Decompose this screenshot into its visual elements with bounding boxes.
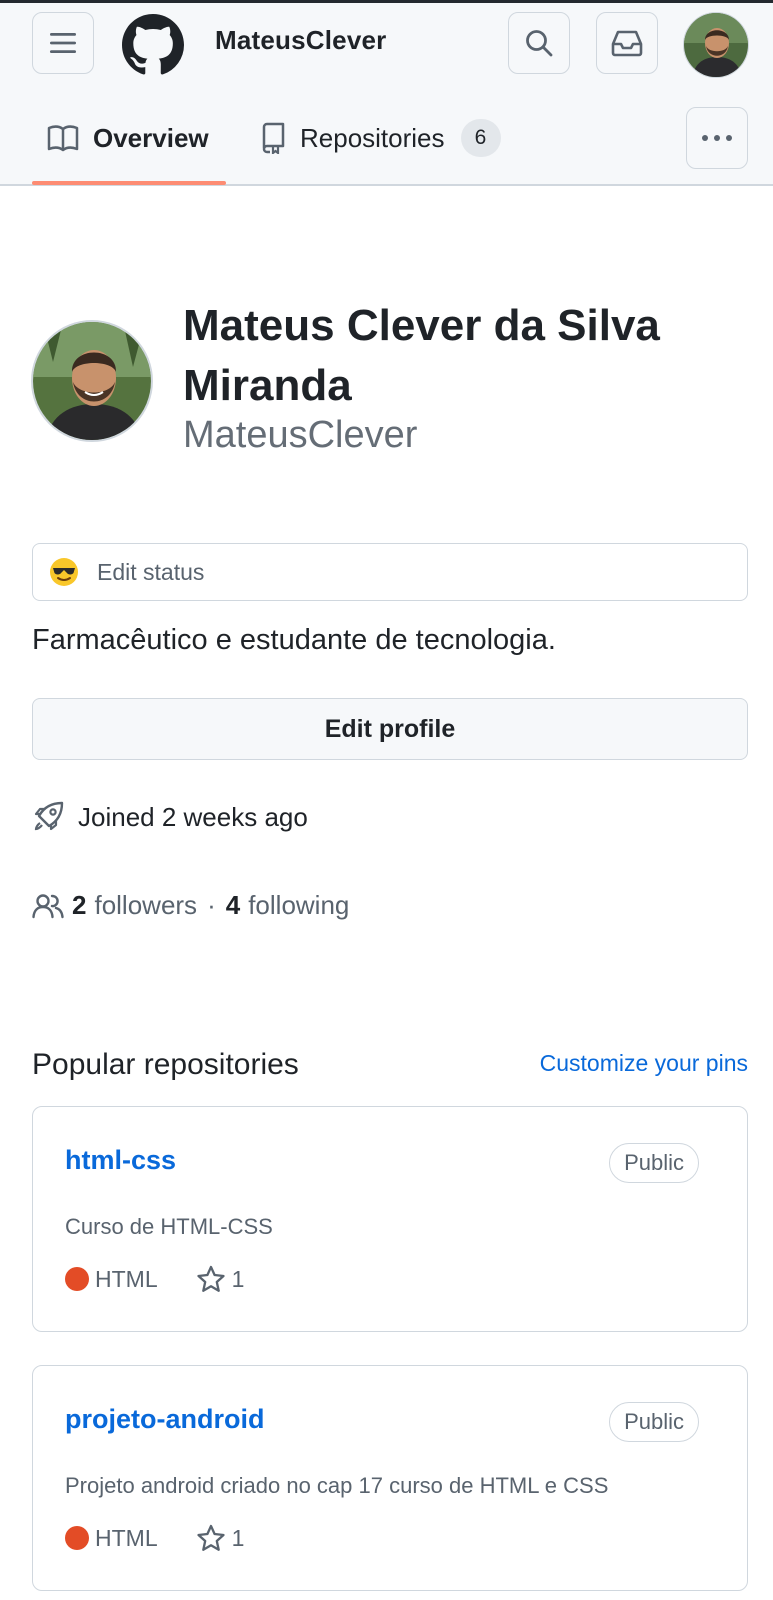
- language-color-dot: [65, 1267, 89, 1291]
- joined-info: Joined 2 weeks ago: [32, 801, 308, 833]
- customize-pins-link[interactable]: Customize your pins: [540, 1050, 748, 1077]
- followers-count[interactable]: 2: [72, 890, 86, 921]
- inbox-icon: [611, 30, 643, 57]
- tab-overview-label: Overview: [93, 122, 209, 153]
- active-tab-underline: [32, 181, 226, 185]
- repo-star-count[interactable]: 1: [232, 1525, 245, 1552]
- edit-profile-button[interactable]: Edit profile: [32, 698, 748, 760]
- more-options-button[interactable]: [686, 107, 748, 169]
- repo-description: Curso de HTML-CSS: [65, 1214, 273, 1239]
- repo-visibility-badge: Public: [609, 1402, 699, 1442]
- search-icon: [526, 30, 553, 57]
- follow-separator: ·: [207, 890, 216, 920]
- user-avatar-small[interactable]: [683, 12, 749, 78]
- repo-meta: HTML 1: [65, 1265, 244, 1293]
- edit-status-label: Edit status: [97, 558, 205, 585]
- profile-bio: Farmacêutico e estudante de tecnologia.: [32, 624, 556, 656]
- repo-language: HTML: [95, 1265, 158, 1292]
- tab-repositories[interactable]: Repositories 6: [260, 115, 501, 161]
- avatar-photo-icon: [684, 13, 748, 77]
- sunglasses-emoji-icon: [50, 558, 78, 586]
- repo-visibility-badge: Public: [609, 1143, 699, 1183]
- menu-button[interactable]: [32, 12, 94, 74]
- follow-stats: 2 followers · 4 following: [32, 890, 349, 921]
- people-icon: [32, 893, 64, 918]
- star-icon[interactable]: [196, 1265, 226, 1293]
- rocket-icon: [34, 801, 64, 831]
- profile-avatar[interactable]: [31, 320, 153, 442]
- following-link[interactable]: following: [248, 890, 349, 921]
- repo-name-link[interactable]: html-css: [65, 1145, 176, 1176]
- repo-language: HTML: [95, 1524, 158, 1551]
- header-username[interactable]: MateusClever: [215, 25, 386, 56]
- tab-overview[interactable]: Overview: [47, 115, 209, 161]
- repo-card: projeto-android Public Projeto android c…: [32, 1365, 748, 1591]
- joined-text: Joined 2 weeks ago: [78, 801, 308, 832]
- repositories-count-badge: 6: [460, 119, 501, 157]
- tab-repositories-label: Repositories: [300, 122, 445, 153]
- repo-description: Projeto android criado no cap 17 curso d…: [65, 1473, 609, 1498]
- followers-link[interactable]: followers: [94, 890, 197, 921]
- edit-status-button[interactable]: Edit status: [32, 543, 748, 601]
- github-logo-icon[interactable]: [122, 14, 184, 76]
- kebab-horizontal-icon: [702, 135, 732, 141]
- following-count[interactable]: 4: [226, 890, 240, 921]
- repo-star-count[interactable]: 1: [232, 1266, 245, 1293]
- language-color-dot: [65, 1526, 89, 1550]
- repo-meta: HTML 1: [65, 1524, 244, 1552]
- search-button[interactable]: [508, 12, 570, 74]
- repo-name-link[interactable]: projeto-android: [65, 1404, 264, 1435]
- repo-icon: [262, 122, 285, 154]
- hamburger-icon: [50, 33, 76, 53]
- top-header: MateusClever Overview Repositories 6: [0, 0, 773, 186]
- profile-login: MateusClever: [183, 414, 418, 456]
- repo-card: html-css Public Curso de HTML-CSS HTML 1: [32, 1106, 748, 1332]
- profile-full-name: Mateus Clever da Silva Miranda: [183, 301, 660, 410]
- book-icon: [47, 125, 79, 152]
- avatar-photo-icon: [33, 322, 151, 440]
- inbox-button[interactable]: [596, 12, 658, 74]
- popular-repositories-heading: Popular repositories: [32, 1048, 299, 1081]
- star-icon[interactable]: [196, 1524, 226, 1552]
